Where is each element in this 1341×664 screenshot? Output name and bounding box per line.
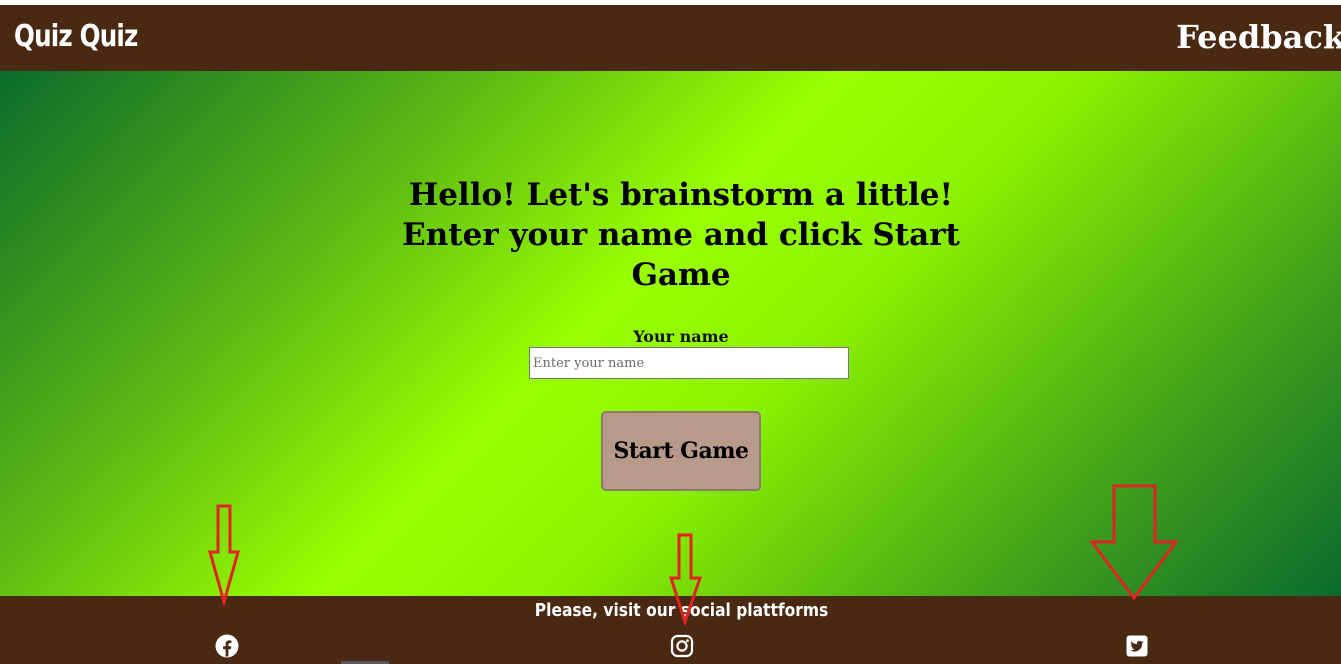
footer: Please, visit our social plattforms bbox=[0, 596, 1341, 664]
start-game-button[interactable]: Start Game bbox=[601, 411, 761, 491]
page-heading: Hello! Let's brainstorm a little! Enter … bbox=[402, 177, 960, 293]
name-label: Your name bbox=[633, 327, 729, 346]
facebook-icon[interactable] bbox=[215, 634, 239, 658]
instagram-icon[interactable] bbox=[670, 634, 694, 658]
twitter-icon[interactable] bbox=[1125, 634, 1149, 658]
feedback-link[interactable]: Feedback bbox=[1176, 18, 1341, 56]
footer-text: Please, visit our social plattforms bbox=[534, 600, 829, 621]
site-logo[interactable]: Quiz Quiz bbox=[14, 19, 138, 54]
top-nav: Quiz Quiz Feedback bbox=[0, 5, 1341, 71]
main-section: Hello! Let's brainstorm a little! Enter … bbox=[0, 71, 1341, 596]
name-input[interactable] bbox=[529, 347, 849, 379]
